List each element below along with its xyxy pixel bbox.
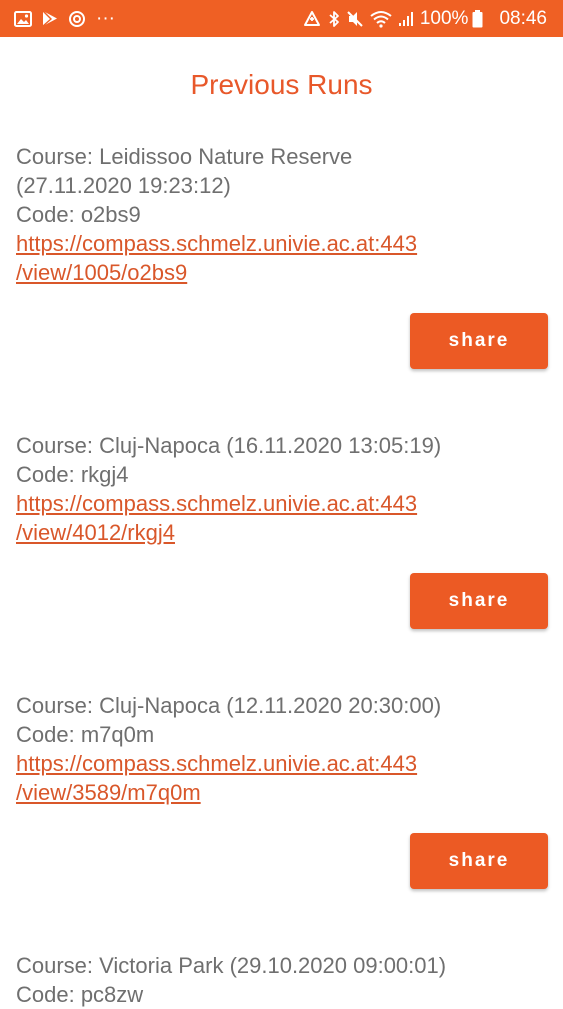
run-details: Course: Victoria Park (29.10.2020 09:00:… [16, 951, 536, 1009]
run-course: Course: Cluj-Napoca (12.11.2020 20:30:00… [16, 693, 442, 718]
run-details: Course: Cluj-Napoca (16.11.2020 13:05:19… [16, 431, 536, 547]
run-details: Course: Cluj-Napoca (12.11.2020 20:30:00… [16, 691, 536, 807]
clock: 08:46 [499, 7, 547, 29]
signal-icon [398, 0, 414, 37]
page-title: Previous Runs [190, 69, 373, 100]
run-course: Course: Leidissoo Nature Reserve [16, 144, 353, 169]
run-code: Code: rkgj4 [16, 462, 129, 487]
battery-icon [472, 0, 483, 37]
run-link[interactable]: https://compass.schmelz.univie.ac.at:443 [16, 229, 536, 258]
play-store-icon [42, 0, 58, 37]
share-button[interactable]: share [410, 833, 548, 889]
status-bar-right: 100% 08:46 [302, 0, 547, 37]
battery-percent: 100% [419, 7, 469, 29]
wifi-icon [370, 0, 392, 37]
run-code: Code: o2bs9 [16, 202, 141, 227]
mute-icon [346, 0, 364, 37]
sync-icon [68, 0, 86, 37]
run-date: (27.11.2020 19:23:12) [16, 173, 231, 198]
status-bar-left: ··· [14, 0, 125, 37]
share-button[interactable]: share [410, 313, 548, 369]
run-code: Code: m7q0m [16, 722, 155, 747]
more-dots-icon: ··· [96, 7, 115, 29]
run-link[interactable]: /view/4012/rkgj4 [16, 518, 536, 547]
run-details: Course: Leidissoo Nature Reserve (27.11.… [16, 142, 536, 287]
run-code: Code: pc8zw [16, 982, 144, 1007]
run-course: Course: Cluj-Napoca (16.11.2020 13:05:19… [16, 433, 442, 458]
run-link[interactable]: https://compass.schmelz.univie.ac.at:443 [16, 489, 536, 518]
status-bar: ··· 100% 08:46 [0, 0, 563, 37]
bluetooth-icon [328, 0, 340, 37]
gallery-icon [14, 0, 32, 37]
share-button[interactable]: share [410, 573, 548, 629]
run-course: Course: Victoria Park (29.10.2020 09:00:… [16, 953, 447, 978]
data-saver-icon [302, 0, 322, 37]
run-link[interactable]: /view/3589/m7q0m [16, 778, 536, 807]
run-link[interactable]: /view/1005/o2bs9 [16, 258, 536, 287]
run-link[interactable]: https://compass.schmelz.univie.ac.at:443 [16, 749, 536, 778]
